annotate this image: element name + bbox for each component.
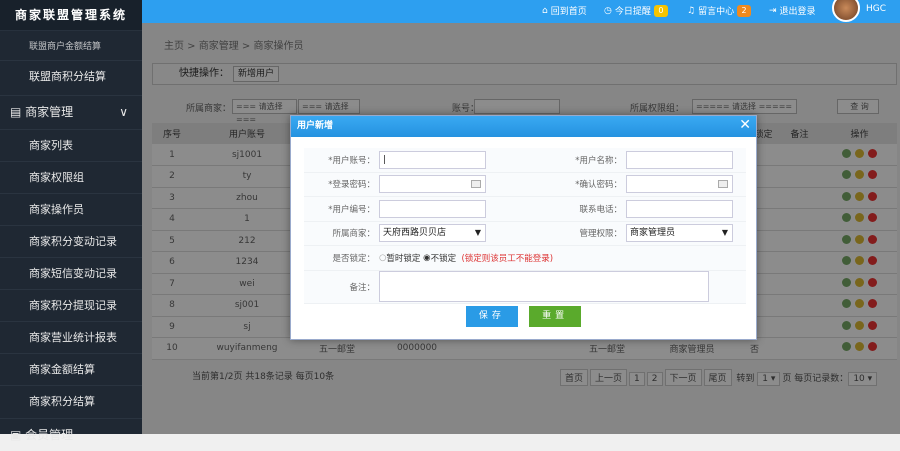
account-field[interactable]: | [379,150,486,169]
dialog-title: 用户新增 [291,116,756,137]
keyboard-icon[interactable] [471,180,481,189]
add-user-dialog: 用户新增 ✕ *用户账号： | *用户名称： *登录密码： *确认密码： *用户编号：… [290,115,757,340]
radio-temp-lock[interactable]: ○ [379,253,386,263]
sidebar-item[interactable]: 商家营业统计报表 [0,321,142,353]
sidebar-item[interactable]: 商家金额结算 [0,353,142,385]
sidebar-item[interactable]: 商家积分提现记录 [0,289,142,321]
sidebar-item[interactable]: 商家权限组 [0,161,142,193]
remind-badge: 0 [653,4,668,17]
remark-textarea[interactable] [379,271,709,302]
name-field[interactable] [626,150,733,169]
permission-select[interactable]: 商家管理员 ▼ [626,224,733,243]
user-icon: ▣ [10,428,26,442]
save-button[interactable]: 保存 [465,306,518,327]
bell-icon: ♫ [687,5,696,16]
sidebar: 商家联盟管理系统 联盟商户金额结算 联盟商积分结算 ▤ 商家管理 ∨ 商家列表 商… [0,0,142,442]
app-logo: 商家联盟管理系统 [0,0,142,30]
sidebar-item[interactable]: 商家列表 [0,129,142,161]
radio-no-lock[interactable]: ◉ [423,253,430,263]
sidebar-item[interactable]: 商家积分结算 [0,385,142,417]
dropdown-arrow-icon: ▼ [474,228,481,238]
sidebar-group-merchant[interactable]: ▤ 商家管理 ∨ [0,95,142,127]
username: HGC [866,4,887,14]
home-link[interactable]: ⌂ 回到首页 [542,4,587,18]
remind-link[interactable]: ◷ 今日提醒 0 [604,4,668,17]
reset-button[interactable]: 重置 [529,306,582,327]
sidebar-item[interactable]: 商家积分变动记录 [0,225,142,257]
user-number-field[interactable] [379,199,486,218]
messages-link[interactable]: ♫ 留言中心 2 [687,4,752,17]
messages-badge: 2 [737,4,752,17]
home-icon: ⌂ [542,5,548,16]
merchant-select[interactable]: 天府西路贝贝店 ▼ [379,224,486,243]
store-icon: ▤ [10,105,26,119]
logout-icon: ⇥ [769,5,777,16]
sidebar-item[interactable]: 商家操作员 [0,193,142,225]
confirm-password-field[interactable] [626,175,733,194]
chevron-down-icon: ∨ [119,105,128,119]
sidebar-group-member[interactable]: ▣ 会员管理 [0,418,142,450]
close-icon[interactable]: ✕ [739,117,751,133]
top-header: ⌂ 回到首页 ◷ 今日提醒 0 ♫ 留言中心 2 ⇥ 退出登录 HGC [142,0,900,23]
dropdown-arrow-icon: ▼ [721,228,728,238]
keyboard-icon[interactable] [718,180,728,189]
lock-note: (锁定则该员工不能登录) [461,253,554,264]
logout-link[interactable]: ⇥ 退出登录 [769,4,816,18]
sidebar-item[interactable]: 联盟商户金额结算 [0,30,142,62]
phone-field[interactable] [626,199,733,218]
sidebar-item[interactable]: 联盟商积分结算 [0,60,142,92]
avatar[interactable] [832,0,860,22]
clock-icon: ◷ [604,5,612,16]
sidebar-item[interactable]: 商家短信变动记录 [0,257,142,289]
user-form: *用户账号： | *用户名称： *登录密码： *确认密码： *用户编号： 联系电话： 所… [304,148,746,304]
password-field[interactable] [379,175,486,194]
